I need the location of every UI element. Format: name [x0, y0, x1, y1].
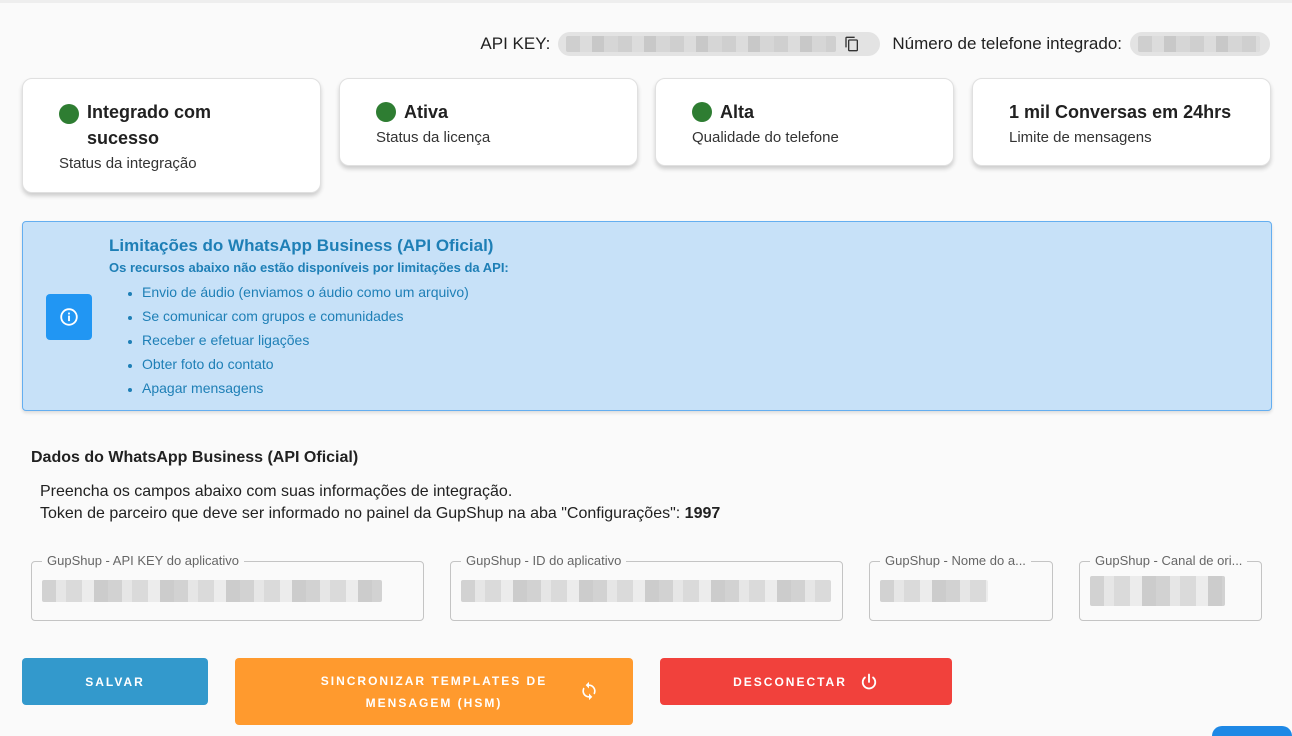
section-title: Dados do WhatsApp Business (API Oficial)	[31, 449, 359, 466]
copy-icon[interactable]	[844, 36, 860, 52]
save-button[interactable]: SALVAR	[22, 658, 208, 705]
section-description: Preencha os campos abaixo com suas infor…	[40, 481, 720, 525]
top-divider	[0, 0, 1292, 3]
card-message-limit: 1 mil Conversas em 24hrs Limite de mensa…	[972, 78, 1271, 166]
limitations-list: Envio de áudio (enviamos o áudio como um…	[109, 282, 469, 402]
field-label: GupShup - ID do aplicativo	[461, 553, 627, 568]
card-subtitle: Status da licença	[376, 129, 491, 146]
api-key-value-redacted	[566, 36, 837, 52]
field-label: GupShup - Canal de ori...	[1090, 553, 1248, 568]
sync-icon	[582, 681, 596, 701]
status-dot-icon	[692, 102, 712, 122]
card-title: Integrado com sucesso	[59, 99, 320, 151]
gupshup-app-id-field[interactable]: GupShup - ID do aplicativo	[450, 553, 843, 621]
floating-action-edge[interactable]	[1212, 726, 1292, 736]
phone-label: Número de telefone integrado:	[892, 34, 1122, 53]
alert-title: Limitações do WhatsApp Business (API Ofi…	[109, 236, 494, 255]
limitations-alert: Limitações do WhatsApp Business (API Ofi…	[22, 221, 1272, 411]
field-value-redacted	[461, 580, 831, 602]
api-key-field[interactable]	[558, 32, 881, 56]
power-icon	[861, 673, 877, 689]
alert-subtitle: Os recursos abaixo não estão disponíveis…	[109, 260, 509, 275]
list-item: Receber e efetuar ligações	[142, 330, 469, 354]
field-value-redacted	[880, 580, 988, 602]
status-dot-icon	[59, 104, 79, 124]
gupshup-source-channel-field[interactable]: GupShup - Canal de ori...	[1079, 553, 1262, 621]
info-icon	[46, 294, 92, 340]
description-line: Preencha os campos abaixo com suas infor…	[40, 483, 513, 500]
card-subtitle: Status da integração	[59, 155, 197, 172]
card-title: Alta	[692, 99, 953, 125]
field-label: GupShup - API KEY do aplicativo	[42, 553, 244, 568]
api-key-label: API KEY:	[480, 34, 551, 53]
card-phone-quality: Alta Qualidade do telefone	[655, 78, 954, 166]
field-value-redacted	[1090, 576, 1225, 606]
gupshup-api-key-field[interactable]: GupShup - API KEY do aplicativo	[31, 553, 424, 621]
phone-field	[1130, 32, 1270, 56]
list-item: Envio de áudio (enviamos o áudio como um…	[142, 282, 469, 306]
phone-value-redacted	[1138, 36, 1260, 52]
description-line-token: Token de parceiro que deve ser informado…	[40, 505, 721, 522]
card-license-status: Ativa Status da licença	[339, 78, 638, 166]
card-subtitle: Limite de mensagens	[1009, 129, 1152, 146]
field-value-redacted	[42, 580, 382, 602]
field-label: GupShup - Nome do a...	[880, 553, 1031, 568]
sync-button-label: SINCRONIZAR TEMPLATES DE MENSAGEM (HSM)	[320, 673, 548, 710]
list-item: Obter foto do contato	[142, 354, 469, 378]
card-title: Ativa	[376, 99, 637, 125]
card-integration-status: Integrado com sucesso Status da integraç…	[22, 78, 321, 193]
list-item: Se comunicar com grupos e comunidades	[142, 306, 469, 330]
card-title: 1 mil Conversas em 24hrs	[1009, 102, 1232, 122]
disconnect-button[interactable]: DESCONECTAR	[660, 658, 952, 705]
sync-templates-button[interactable]: SINCRONIZAR TEMPLATES DE MENSAGEM (HSM)	[235, 658, 633, 725]
gupshup-app-name-field[interactable]: GupShup - Nome do a...	[869, 553, 1053, 621]
status-dot-icon	[376, 102, 396, 122]
header-bar: API KEY: Número de telefone integrado:	[480, 32, 1270, 56]
list-item: Apagar mensagens	[142, 378, 469, 402]
partner-token: 1997	[684, 505, 721, 522]
card-subtitle: Qualidade do telefone	[692, 129, 839, 146]
